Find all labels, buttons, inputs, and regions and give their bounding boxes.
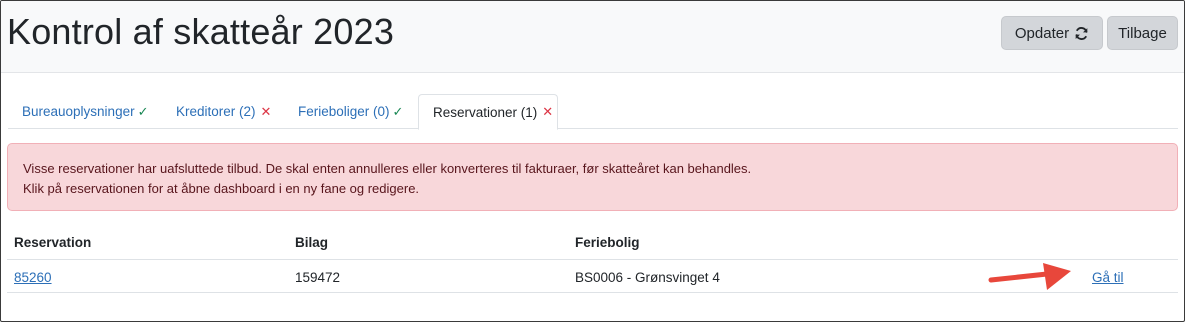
alert-line: Visse reservationer har uafsluttede tilb… (23, 161, 752, 176)
feriebolig-cell: BS0006 - Grønsvinget 4 (575, 270, 720, 285)
cross-icon: ✕ (542, 104, 554, 119)
check-icon: ✓ (137, 103, 149, 119)
reservation-link[interactable]: 85260 (14, 270, 52, 285)
page-header: Kontrol af skatteår 2023 Opdater Tilbage (1, 1, 1184, 73)
warning-alert: Visse reservationer har uafsluttede tilb… (7, 143, 1178, 211)
page-title: Kontrol af skatteår 2023 (7, 11, 395, 52)
refresh-button[interactable]: Opdater (1001, 16, 1103, 50)
red-arrow-icon (988, 263, 1071, 290)
tab-bar: Bureauoplysninger ✓ Kreditorer (2) ✕ Fer… (8, 94, 1178, 130)
alert-line: Klik på reservationen for at åbne dashbo… (23, 181, 420, 196)
table-header: Reservation Bilag Feriebolig (7, 227, 1178, 260)
app-window: Kontrol af skatteår 2023 Opdater Tilbage… (0, 0, 1185, 322)
back-button[interactable]: Tilbage (1107, 16, 1178, 50)
tab-bureauoplysninger[interactable]: Bureauoplysninger ✓ (22, 94, 148, 129)
cross-icon: ✕ (260, 103, 272, 119)
tab-label: Ferieboliger (0) (298, 104, 390, 119)
bilag-cell: 159472 (295, 270, 341, 285)
column-header-feriebolig: Feriebolig (575, 235, 640, 250)
tab-label: Bureauoplysninger (22, 104, 135, 119)
tab-label: Kreditorer (2) (176, 104, 256, 119)
column-header-bilag: Bilag (295, 235, 329, 250)
refresh-button-label: Opdater (1014, 24, 1070, 42)
tab-kreditorer[interactable]: Kreditorer (2) ✕ (176, 94, 271, 129)
tab-ferieboliger[interactable]: Ferieboliger (0) ✓ (298, 94, 403, 129)
goto-link[interactable]: Gå til (1092, 270, 1124, 285)
tab-label: Reservationer (1) (433, 104, 538, 120)
check-icon: ✓ (392, 103, 404, 119)
tab-reservationer[interactable]: Reservationer (1) ✕ (418, 94, 558, 130)
refresh-icon (1075, 26, 1088, 40)
column-header-reservation: Reservation (14, 235, 92, 250)
